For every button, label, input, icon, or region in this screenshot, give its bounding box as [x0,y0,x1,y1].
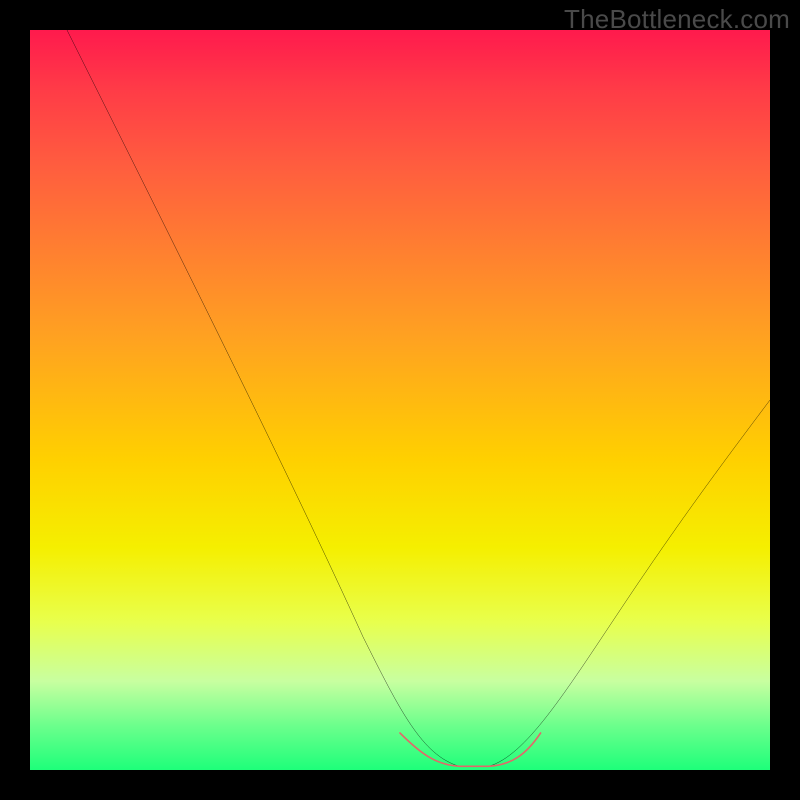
bottleneck-curve [67,30,770,766]
chart-svg [30,30,770,770]
chart-frame: TheBottleneck.com [0,0,800,800]
optimal-segment [400,733,541,766]
attribution-text: TheBottleneck.com [564,4,790,35]
